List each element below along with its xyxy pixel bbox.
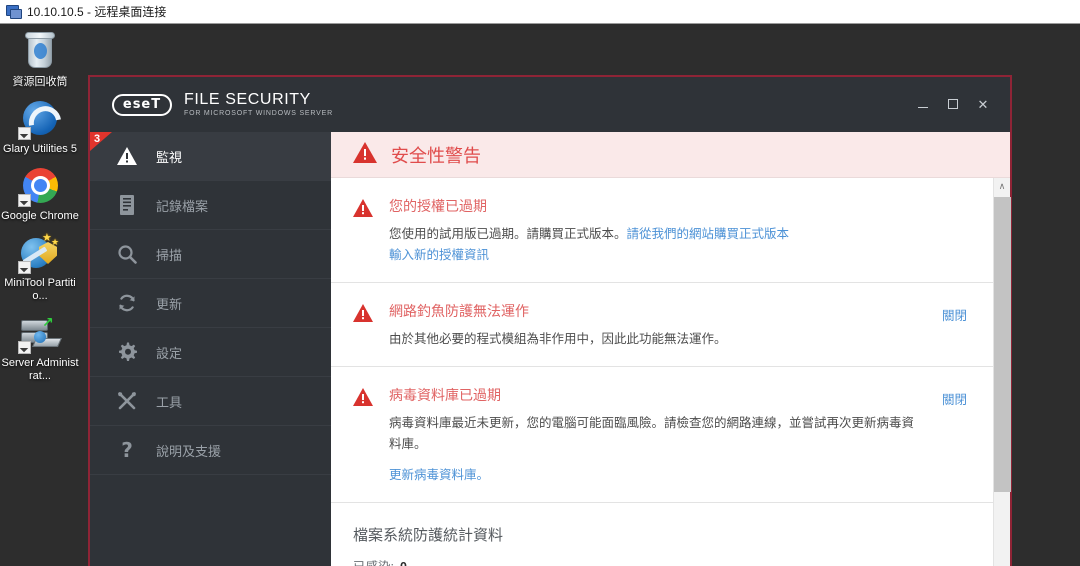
alert-text: 病毒資料庫最近未更新，您的電腦可能面臨風險。請檢查您的網路連線，並嘗試再次更新病… [389,416,915,451]
glary-utilities-icon [18,99,68,146]
alert-text-plain: 您使用的試用版已過期。請購買正式版本。 [389,227,627,241]
update-virus-db-link[interactable]: 更新病毒資料庫。 [389,468,489,482]
screen: 10.10.10.5 - 远程桌面连接 資源回收筒 Glary Utilitie… [0,0,1080,566]
alert-row-license-expired: 您的授權已過期 您使用的試用版已過期。請購買正式版本。請從我們的網站購買正式版本… [331,178,993,283]
alert-title: 病毒資料庫已過期 [389,387,501,403]
sidebar-item-label: 更新 [156,296,183,312]
eset-product-name: FILE SECURITY FOR MICROSOFT WINDOWS SERV… [184,91,333,118]
scrollbar-track[interactable] [994,195,1011,566]
desktop-icon-glary-utilities[interactable]: Glary Utilities 5 [0,91,80,158]
filesystem-protection-stats: 檔案系統防護統計資料 已感染: 0 [331,503,993,566]
stats-row-infected: 已感染: 0 [353,557,967,566]
google-chrome-icon [18,166,62,208]
remote-desktop-icon [6,4,22,19]
eset-window-header: eseT FILE SECURITY FOR MICROSOFT WINDOWS… [90,77,1010,132]
recycle-bin-icon [18,32,62,74]
refresh-icon [116,292,138,314]
warning-triangle-icon [353,385,373,486]
stats-title: 檔案系統防護統計資料 [353,527,504,544]
desktop-icon-label: Google Chrome [1,210,79,222]
shortcut-arrow-icon [18,194,31,207]
shortcut-arrow-icon [18,261,31,274]
warning-triangle-icon [353,301,373,350]
eset-logo-icon: eseT [112,93,172,116]
alert-count-badge: 3 [90,132,112,151]
vertical-scrollbar[interactable]: ∧ ∨ [993,178,1011,566]
desktop-icon-list: 資源回收筒 Glary Utilities 5 Google Chrome ★ … [0,24,80,385]
warning-triangle-icon [353,196,373,266]
desktop-icon-google-chrome[interactable]: Google Chrome [0,158,80,225]
log-file-icon [116,194,138,216]
window-controls: ✕ [910,91,996,117]
rdp-title: 10.10.10.5 - 远程桌面连接 [27,5,167,19]
security-alert-banner: 安全性警告 [331,132,1010,178]
alert-body: 網路釣魚防護無法運作 由於其他必要的程式模組為非作用中，因此此功能無法運作。 [389,301,916,350]
stats-row-label: 已感染: [353,560,394,566]
product-subtitle: FOR MICROSOFT WINDOWS SERVER [184,110,333,117]
warning-triangle-icon [116,145,138,167]
sidebar-item-update[interactable]: 更新 [90,279,331,328]
desktop: 資源回收筒 Glary Utilities 5 Google Chrome ★ … [0,24,1080,566]
alert-text: 您使用的試用版已過期。請購買正式版本。請從我們的網站購買正式版本 [389,224,967,245]
alert-list: 您的授權已過期 您使用的試用版已過期。請購買正式版本。請從我們的網站購買正式版本… [331,178,993,566]
close-button[interactable]: ✕ [970,91,996,117]
sidebar-item-label: 說明及支援 [156,443,222,459]
shortcut-arrow-icon [18,127,31,140]
alert-title: 您的授權已過期 [389,198,487,214]
alert-row-virus-db-outdated: 病毒資料庫已過期 病毒資料庫最近未更新，您的電腦可能面臨風險。請檢查您的網路連線… [331,367,993,503]
server-administrator-icon: ↗ [18,313,63,355]
minimize-button[interactable] [910,91,936,117]
rdp-titlebar: 10.10.10.5 - 远程桌面连接 [0,0,1080,24]
sidebar-item-tools[interactable]: 工具 [90,377,331,426]
desktop-icon-server-administrator[interactable]: ↗ Server Administrat... [0,305,80,385]
eset-branding: eseT FILE SECURITY FOR MICROSOFT WINDOWS… [112,91,333,118]
sidebar-item-label: 監視 [156,149,183,165]
alert-close-link[interactable]: 關閉 [942,301,967,350]
magnifier-icon [116,243,138,265]
sidebar-item-scan[interactable]: 掃描 [90,230,331,279]
shortcut-arrow-icon [18,341,31,354]
gear-icon [116,341,138,363]
sidebar-item-setup[interactable]: 設定 [90,328,331,377]
scrollbar-thumb[interactable] [994,197,1011,492]
sidebar-item-label: 記錄檔案 [156,198,209,214]
sidebar-item-label: 工具 [156,394,183,410]
eset-window-body: 3 監視 記錄檔案 掃描 更新 設定 工具 ? 說明及支援 安全性警告 您的授權… [90,132,1011,566]
sidebar-item-help-support[interactable]: ? 說明及支援 [90,426,331,475]
svg-text:?: ? [121,440,133,460]
warning-triangle-icon [353,141,377,168]
eset-logo-text: eseT [122,97,162,112]
sidebar-item-monitoring[interactable]: 3 監視 [90,132,331,181]
buy-license-link[interactable]: 請從我們的網站購買正式版本 [627,227,790,241]
eset-sidebar: 3 監視 記錄檔案 掃描 更新 設定 工具 ? 說明及支援 [90,132,331,566]
banner-title: 安全性警告 [391,145,481,166]
stats-row-value: 0 [400,560,407,566]
question-mark-icon: ? [116,439,138,461]
eset-file-security-window: eseT FILE SECURITY FOR MICROSOFT WINDOWS… [88,75,1012,566]
desktop-icon-minitool-partition[interactable]: ★ ★ MiniTool Partitio... [0,225,80,305]
eset-main-content: 安全性警告 您的授權已過期 您使用的試用版已過期。請購買正式版本。請從我們的網站… [331,132,1011,566]
tools-icon [116,390,138,412]
sidebar-item-label: 設定 [156,345,183,361]
scroll-up-button[interactable]: ∧ [994,178,1010,195]
alert-body: 您的授權已過期 您使用的試用版已過期。請購買正式版本。請從我們的網站購買正式版本… [389,196,967,266]
alert-body: 病毒資料庫已過期 病毒資料庫最近未更新，您的電腦可能面臨風險。請檢查您的網路連線… [389,385,916,486]
desktop-icon-recycle-bin[interactable]: 資源回收筒 [0,24,80,91]
alert-title: 網路釣魚防護無法運作 [389,303,529,319]
content-scroll-area: 您的授權已過期 您使用的試用版已過期。請購買正式版本。請從我們的網站購買正式版本… [331,178,1011,566]
alert-text: 由於其他必要的程式模組為非作用中，因此此功能無法運作。 [389,332,727,346]
product-title: FILE SECURITY [184,91,311,108]
minitool-partition-icon: ★ ★ [18,233,62,275]
maximize-button[interactable] [940,91,966,117]
sidebar-item-label: 掃描 [156,247,183,263]
desktop-icon-label: MiniTool Partitio... [4,277,76,302]
alert-row-antiphishing-nonfunctional: 網路釣魚防護無法運作 由於其他必要的程式模組為非作用中，因此此功能無法運作。 關… [331,283,993,367]
sidebar-item-log-files[interactable]: 記錄檔案 [90,181,331,230]
alert-close-link[interactable]: 關閉 [942,385,967,486]
enter-license-link[interactable]: 輸入新的授權資訊 [389,248,489,262]
desktop-icon-label: Server Administrat... [1,357,79,382]
desktop-icon-label: Glary Utilities 5 [3,143,77,155]
desktop-icon-label: 資源回收筒 [12,76,68,88]
